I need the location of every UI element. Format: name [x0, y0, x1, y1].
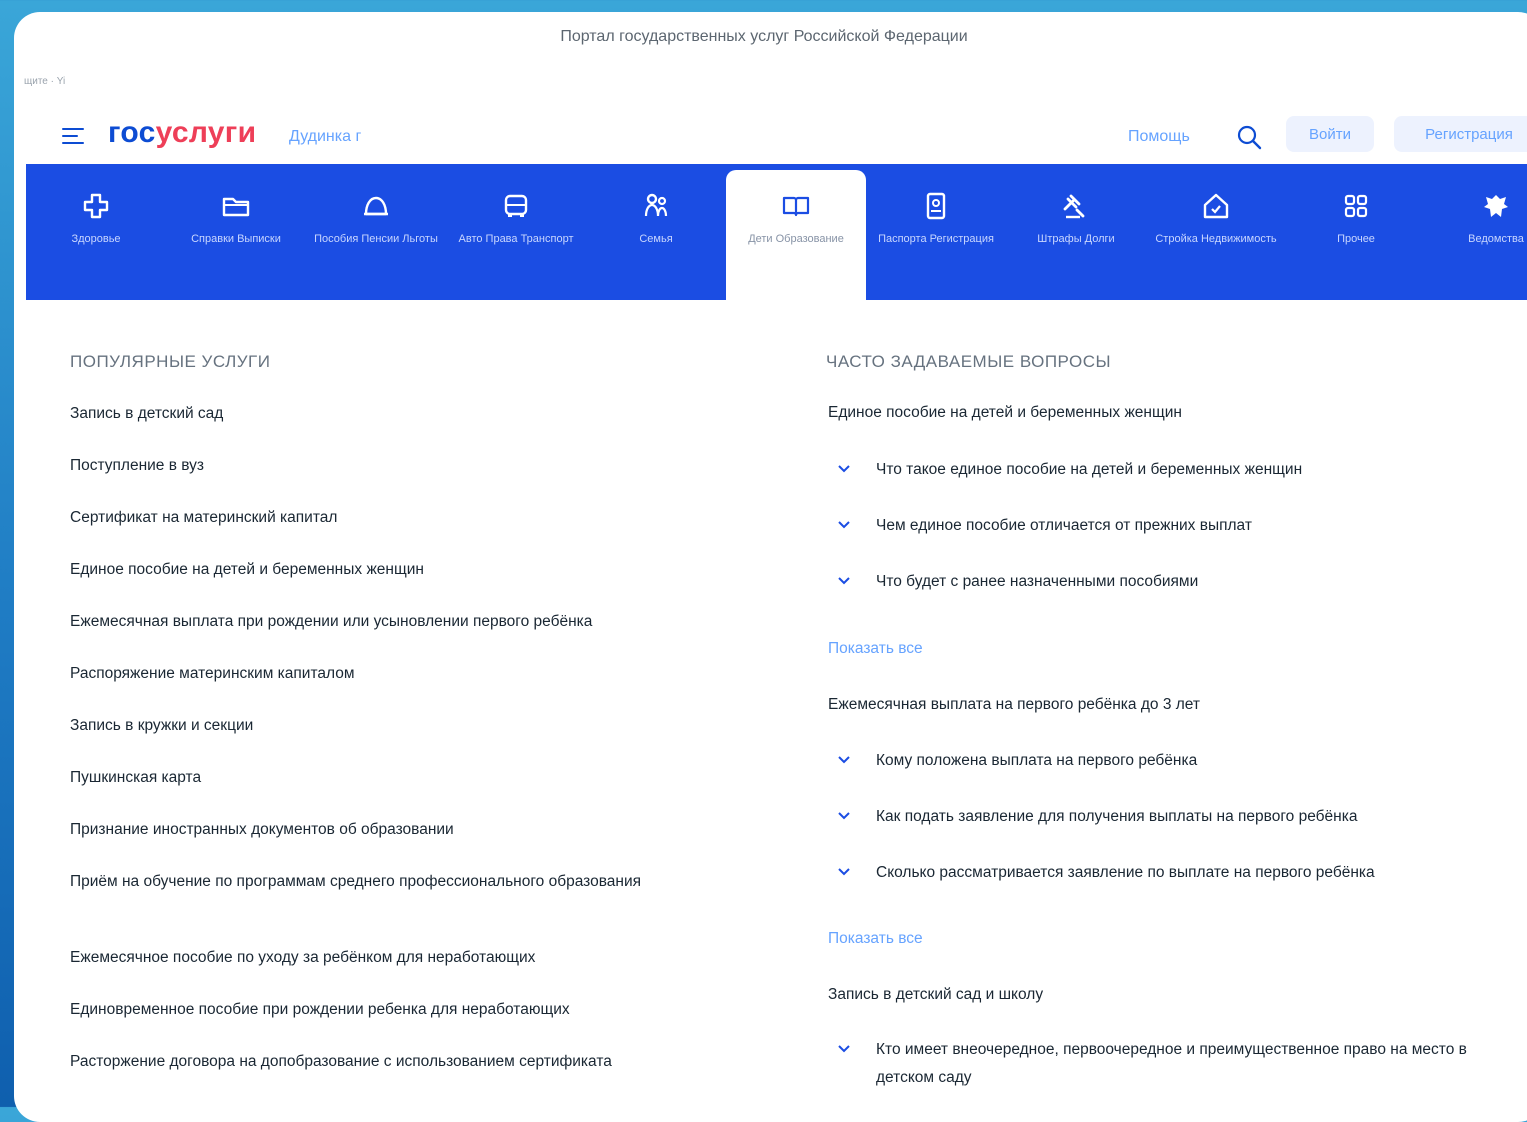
family-icon	[644, 193, 668, 217]
chevron-down-icon	[838, 812, 850, 820]
service-link[interactable]: Поступление в вуз	[70, 452, 690, 480]
faq-question[interactable]: Как подать заявление для получения выпла…	[836, 803, 1496, 831]
login-button[interactable]: Войти	[1286, 116, 1374, 152]
title-bar: Портал государственных услуг Российской …	[14, 12, 1527, 60]
show-all-link[interactable]: Показать все	[828, 640, 923, 658]
passport-icon	[926, 192, 946, 220]
faq-question[interactable]: Сколько рассматривается заявление по вып…	[836, 859, 1496, 887]
category-other[interactable]: Прочее	[1286, 164, 1426, 300]
chevron-down-icon	[838, 521, 850, 529]
service-link[interactable]: Сертификат на материнский капитал	[70, 504, 690, 532]
faq-group-heading: Ежемесячная выплата на первого ребёнка д…	[828, 696, 1201, 713]
health-icon	[83, 193, 109, 219]
service-link[interactable]: Пушкинская карта	[70, 764, 690, 792]
site-header: госуслуги Дудинка г Помощь Войти Регистр…	[14, 102, 1527, 170]
emblem-icon	[1484, 195, 1508, 217]
city-selector[interactable]: Дудинка г	[289, 128, 361, 146]
popular-services-title: ПОПУЛЯРНЫЕ УСЛУГИ	[70, 352, 271, 371]
faq-question[interactable]: Кому положена выплата на первого ребёнка	[836, 747, 1496, 775]
register-button[interactable]: Регистрация	[1394, 116, 1527, 152]
chevron-down-icon	[838, 756, 850, 764]
gavel-icon	[1063, 194, 1085, 219]
category-bar: Здоровье Справки Выписки Пособия Пенсии …	[26, 164, 1527, 306]
faq-question[interactable]: Чем единое пособие отличается от прежних…	[836, 512, 1496, 540]
faq-group-heading: Единое пособие на детей и беременных жен…	[828, 404, 1182, 421]
category-children-education[interactable]: Дети Образование	[726, 170, 866, 306]
car-icon	[504, 194, 528, 217]
search-icon[interactable]	[1236, 124, 1262, 150]
category-realty[interactable]: Стройка Недвижимость	[1146, 164, 1286, 300]
browser-window: Портал государственных услуг Российской …	[14, 12, 1527, 1122]
service-link[interactable]: Единовременное пособие при рождении ребе…	[70, 996, 690, 1024]
chevron-down-icon	[838, 868, 850, 876]
service-link[interactable]: Расторжение договора на допобразование с…	[70, 1048, 770, 1076]
address-crumb: щите · Yi	[24, 76, 66, 87]
service-link[interactable]: Ежемесячная выплата при рождении или усы…	[70, 608, 690, 636]
house-icon	[1203, 193, 1229, 219]
category-fines[interactable]: Штрафы Долги	[1006, 164, 1146, 300]
category-departments[interactable]: Ведомства	[1426, 164, 1527, 300]
service-link[interactable]: Запись в кружки и секции	[70, 712, 690, 740]
service-link[interactable]: Единое пособие на детей и беременных жен…	[70, 556, 690, 584]
faq-group-heading: Запись в детский сад и школу	[828, 986, 1044, 1003]
faq-question[interactable]: Что будет с ранее назначенными пособиями	[836, 568, 1496, 596]
benefits-icon	[364, 196, 388, 216]
window-title: Портал государственных услуг Российской …	[560, 28, 968, 45]
show-all-link[interactable]: Показать все	[828, 930, 923, 948]
faq-question[interactable]: Кто имеет внеочередное, первоочередное и…	[836, 1036, 1476, 1092]
chevron-down-icon	[838, 1045, 850, 1053]
menu-icon[interactable]	[62, 126, 84, 146]
category-family[interactable]: Семья	[586, 164, 726, 300]
faq-title: ЧАСТО ЗАДАВАЕМЫЕ ВОПРОСЫ	[826, 352, 1112, 371]
category-transport[interactable]: Авто Права Транспорт	[446, 164, 586, 300]
help-link[interactable]: Помощь	[1128, 128, 1190, 146]
service-link[interactable]: Запись в детский сад	[70, 400, 690, 428]
service-link[interactable]: Ежемесячное пособие по уходу за ребёнком…	[70, 944, 690, 972]
chevron-down-icon	[838, 465, 850, 473]
folder-icon	[222, 197, 250, 217]
category-documents[interactable]: Справки Выписки	[166, 164, 306, 300]
service-link[interactable]: Признание иностранных документов об обра…	[70, 816, 690, 844]
chevron-down-icon	[838, 577, 850, 585]
book-icon	[782, 196, 810, 217]
category-passports[interactable]: Паспорта Регистрация	[866, 164, 1006, 300]
gosuslugi-logo[interactable]: госуслуги	[108, 116, 256, 150]
category-benefits[interactable]: Пособия Пенсии Льготы	[306, 164, 446, 300]
grid-icon	[1344, 194, 1368, 218]
faq-question[interactable]: Что такое единое пособие на детей и бере…	[836, 456, 1496, 484]
category-health[interactable]: Здоровье	[26, 164, 166, 300]
service-link[interactable]: Распоряжение материнским капиталом	[70, 660, 690, 688]
service-link[interactable]: Приём на обучение по программам среднего…	[70, 868, 670, 896]
